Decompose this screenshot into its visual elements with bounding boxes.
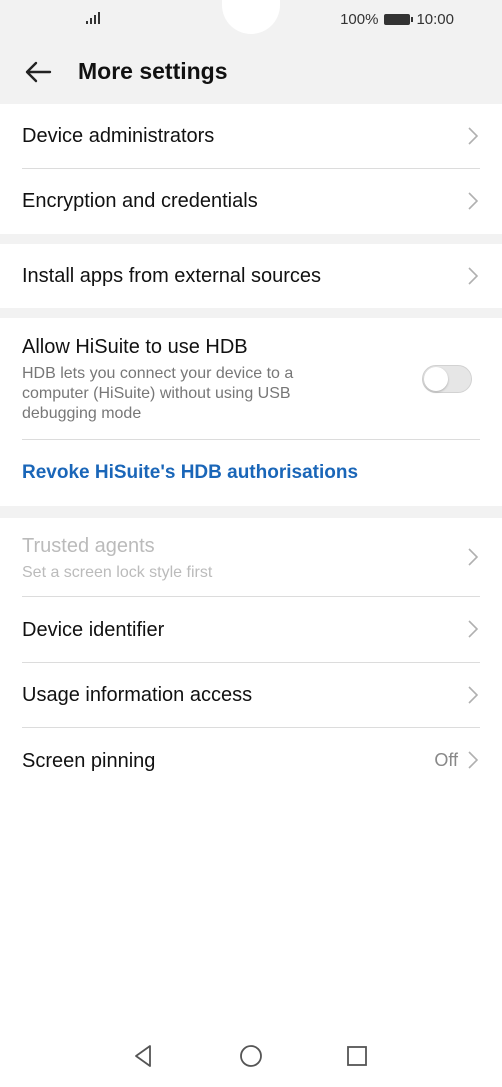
chevron-right-icon bbox=[468, 548, 478, 566]
hdb-description-line-3: debugging mode bbox=[22, 405, 142, 422]
chevron-right-icon bbox=[468, 127, 478, 145]
screen-pinning-label: Screen pinning bbox=[22, 750, 156, 772]
camera-notch bbox=[222, 0, 280, 34]
circle-home-icon[interactable] bbox=[237, 1042, 265, 1070]
square-recents-icon[interactable] bbox=[343, 1042, 371, 1070]
back-button[interactable] bbox=[18, 52, 58, 92]
toggle-knob bbox=[424, 367, 448, 391]
revoke-hdb-link[interactable]: Revoke HiSuite's HDB authorisations bbox=[22, 462, 358, 484]
encryption-credentials-item[interactable]: Encryption and credentials bbox=[0, 169, 502, 234]
hdb-description-line-1: HDB lets you connect your device to a bbox=[22, 365, 294, 382]
clock: 10:00 bbox=[416, 10, 454, 28]
device-administrators-item[interactable]: Device administrators bbox=[0, 104, 502, 169]
chevron-right-icon bbox=[468, 751, 478, 769]
install-external-sources-label: Install apps from external sources bbox=[22, 265, 322, 287]
settings-group-4: Trusted agents Set a screen lock style f… bbox=[0, 518, 502, 794]
trusted-agents-subtitle: Set a screen lock style first bbox=[22, 564, 213, 581]
hdb-title: Allow HiSuite to use HDB bbox=[22, 336, 248, 358]
battery-icon bbox=[384, 13, 414, 25]
empty-area bbox=[0, 794, 502, 1020]
chevron-right-icon bbox=[468, 686, 478, 704]
hdb-description-line-2: computer (HiSuite) without using USB bbox=[22, 385, 291, 402]
install-external-sources-item[interactable]: Install apps from external sources bbox=[0, 244, 502, 308]
triangle-back-icon[interactable] bbox=[130, 1042, 158, 1070]
app-bar: More settings bbox=[0, 38, 502, 104]
chevron-right-icon bbox=[468, 267, 478, 285]
device-identifier-label: Device identifier bbox=[22, 619, 165, 641]
usage-access-label: Usage information access bbox=[22, 684, 253, 706]
hdb-item[interactable]: Allow HiSuite to use HDB HDB lets you co… bbox=[0, 318, 502, 440]
battery-percentage: 100% bbox=[340, 10, 379, 28]
navigation-bar bbox=[0, 1020, 502, 1087]
chevron-right-icon bbox=[468, 620, 478, 638]
device-administrators-label: Device administrators bbox=[22, 125, 215, 147]
settings-group-1: Device administrators Encryption and cre… bbox=[0, 104, 502, 234]
settings-group-3: Allow HiSuite to use HDB HDB lets you co… bbox=[0, 318, 502, 506]
screen-pinning-item[interactable]: Screen pinning Off bbox=[0, 728, 502, 794]
signal-icon bbox=[86, 10, 102, 24]
device-identifier-item[interactable]: Device identifier bbox=[0, 597, 502, 663]
encryption-credentials-label: Encryption and credentials bbox=[22, 190, 258, 212]
trusted-agents-title: Trusted agents bbox=[22, 535, 155, 557]
hdb-toggle[interactable] bbox=[422, 365, 472, 393]
settings-group-2: Install apps from external sources bbox=[0, 244, 502, 308]
trusted-agents-item: Trusted agents Set a screen lock style f… bbox=[0, 518, 502, 597]
arrow-left-icon bbox=[25, 61, 52, 83]
usage-access-item[interactable]: Usage information access bbox=[0, 663, 502, 728]
chevron-right-icon bbox=[468, 192, 478, 210]
page-title: More settings bbox=[78, 58, 228, 84]
revoke-hdb-item[interactable]: Revoke HiSuite's HDB authorisations bbox=[0, 440, 502, 506]
status-right: 100% 10:00 bbox=[340, 10, 454, 28]
status-bar: 100% 10:00 bbox=[0, 0, 502, 38]
screen-pinning-value: Off bbox=[434, 750, 458, 770]
